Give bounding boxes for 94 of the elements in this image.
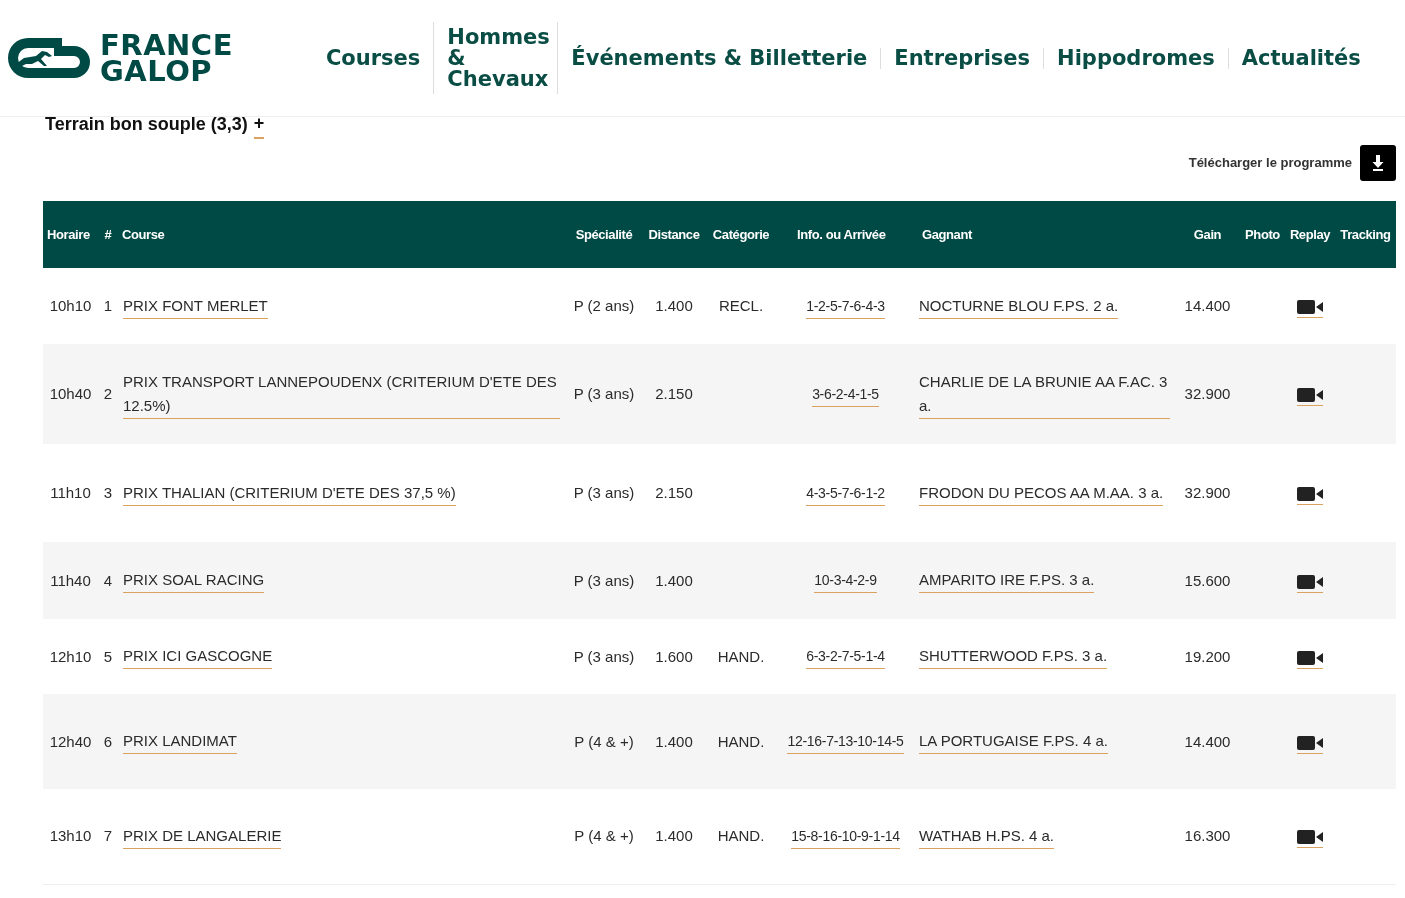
distance-text: 1.400 — [655, 732, 693, 750]
specialty-text: P (3 ans) — [573, 571, 635, 589]
column-header: Spécialité — [565, 201, 643, 268]
replay-link[interactable] — [1297, 388, 1323, 406]
video-camera-icon — [1297, 487, 1323, 501]
column-header: Horaire — [43, 201, 98, 268]
distance-text: 1.400 — [655, 571, 693, 589]
specialty-text: P (4 & +) — [574, 732, 634, 750]
column-header: Replay — [1285, 201, 1335, 268]
terrain-text: Terrain bon souple (3,3) — [45, 112, 248, 136]
expand-toggle[interactable]: + — [253, 109, 265, 139]
download-label: Télécharger le programme — [1188, 154, 1352, 173]
column-header: Tracking — [1335, 201, 1396, 268]
video-camera-icon — [1297, 830, 1323, 845]
race-time: 11h40 — [50, 571, 91, 589]
specialty-text: P (2 ans) — [573, 297, 635, 314]
race-name-link[interactable]: PRIX FONT MERLET — [123, 293, 268, 319]
column-header: Info. ou Arrivée — [777, 201, 914, 268]
specialty-text: P (3 ans) — [573, 647, 635, 665]
race-name-link[interactable]: PRIX LANDIMAT — [123, 729, 237, 754]
race-name-link[interactable]: PRIX THALIAN (CRITERIUM D'ETE DES 37,5 %) — [123, 480, 456, 506]
arrival-order-link[interactable]: 10-3-4-2-9 — [814, 568, 877, 593]
download-button[interactable] — [1360, 145, 1396, 181]
distance-text: 1.600 — [655, 647, 693, 665]
video-camera-icon — [1297, 388, 1323, 402]
race-time: 10h40 — [49, 385, 92, 402]
winner-link[interactable]: NOCTURNE BLOU F.PS. 2 a. — [919, 293, 1119, 319]
category-text: RECL. — [718, 297, 764, 314]
prize-amount: 16.300 — [1184, 827, 1231, 845]
replay-link[interactable] — [1297, 650, 1323, 669]
column-header: Gagnant — [914, 201, 1175, 268]
prize-amount: 14.400 — [1184, 297, 1231, 314]
column-header: # — [98, 201, 118, 268]
race-time: 10h10 — [49, 297, 92, 314]
race-number: 3 — [103, 484, 113, 501]
race-number: 7 — [103, 827, 113, 845]
race-name-link[interactable]: PRIX ICI GASCOGNE — [123, 644, 273, 669]
race-number: 1 — [103, 297, 113, 314]
prize-amount: 32.900 — [1184, 484, 1231, 501]
winner-link[interactable]: FRODON DU PECOS AA M.AA. 3 a. — [919, 480, 1164, 506]
column-header: Gain — [1175, 201, 1240, 268]
race-number: 2 — [103, 385, 113, 402]
nav-link-item[interactable]: Événements & Billetterie — [557, 22, 881, 94]
race-number: 5 — [103, 647, 113, 665]
replay-link[interactable] — [1297, 735, 1323, 754]
nav-link-item[interactable]: Entreprises — [880, 47, 1044, 69]
replay-link[interactable] — [1297, 830, 1323, 849]
video-camera-icon — [1297, 300, 1323, 314]
category-text: HAND. — [717, 647, 765, 665]
winner-link[interactable]: WATHAB H.PS. 4 a. — [919, 823, 1055, 849]
specialty-text: P (3 ans) — [573, 385, 635, 402]
nav-link-item[interactable]: Hippodromes — [1043, 47, 1228, 69]
column-header: Photo — [1240, 201, 1285, 268]
video-camera-icon — [1297, 650, 1323, 665]
arrival-order-link[interactable]: 3-6-2-4-1-5 — [812, 381, 879, 407]
replay-link[interactable] — [1297, 487, 1323, 505]
winner-link[interactable]: SHUTTERWOOD F.PS. 3 a. — [919, 644, 1108, 669]
race-number: 6 — [103, 732, 113, 750]
distance-text: 1.400 — [655, 297, 693, 314]
distance-text: 2.150 — [655, 484, 693, 501]
arrival-order-link[interactable]: 4-3-5-7-6-1-2 — [806, 480, 885, 506]
logo-text[interactable]: FRANCE GALOP — [100, 32, 233, 84]
download-icon — [1372, 155, 1384, 171]
race-number: 4 — [103, 571, 113, 589]
specialty-text: P (3 ans) — [573, 484, 635, 501]
race-name-link[interactable]: PRIX DE LANGALERIE — [123, 823, 282, 849]
video-camera-icon — [1297, 735, 1323, 750]
nav-link-item[interactable]: Actualités — [1227, 47, 1374, 69]
replay-link[interactable] — [1297, 300, 1323, 318]
race-time: 11h10 — [50, 484, 91, 501]
column-header: Course — [118, 201, 565, 268]
race-name-link[interactable]: PRIX SOAL RACING — [123, 568, 265, 593]
winner-link[interactable]: LA PORTUGAISE F.PS. 4 a. — [919, 729, 1108, 754]
prize-amount: 14.400 — [1184, 732, 1231, 750]
replay-link[interactable] — [1297, 574, 1323, 593]
race-time: 12h40 — [49, 732, 92, 750]
race-time: 13h10 — [49, 827, 92, 845]
distance-text: 1.400 — [655, 827, 693, 845]
prize-amount: 15.600 — [1184, 571, 1231, 589]
arrival-order-link[interactable]: 1-2-5-7-6-4-3 — [806, 293, 885, 319]
prize-amount: 32.900 — [1184, 385, 1231, 402]
nav-link-item[interactable]: Courses — [312, 47, 434, 69]
race-time: 12h10 — [49, 647, 92, 665]
video-camera-icon — [1297, 574, 1323, 589]
category-text: HAND. — [717, 732, 765, 750]
category-text: HAND. — [717, 827, 765, 845]
arrival-order-link[interactable]: 15-8-16-10-9-1-14 — [791, 823, 900, 849]
column-header: Catégorie — [705, 201, 777, 268]
column-header: Distance — [643, 201, 705, 268]
prize-amount: 19.200 — [1184, 647, 1231, 665]
arrival-order-link[interactable]: 6-3-2-7-5-1-4 — [806, 644, 885, 669]
distance-text: 2.150 — [655, 385, 693, 402]
nav-link-item[interactable]: Hommes & Chevaux — [433, 22, 558, 94]
specialty-text: P (4 & +) — [574, 827, 634, 845]
